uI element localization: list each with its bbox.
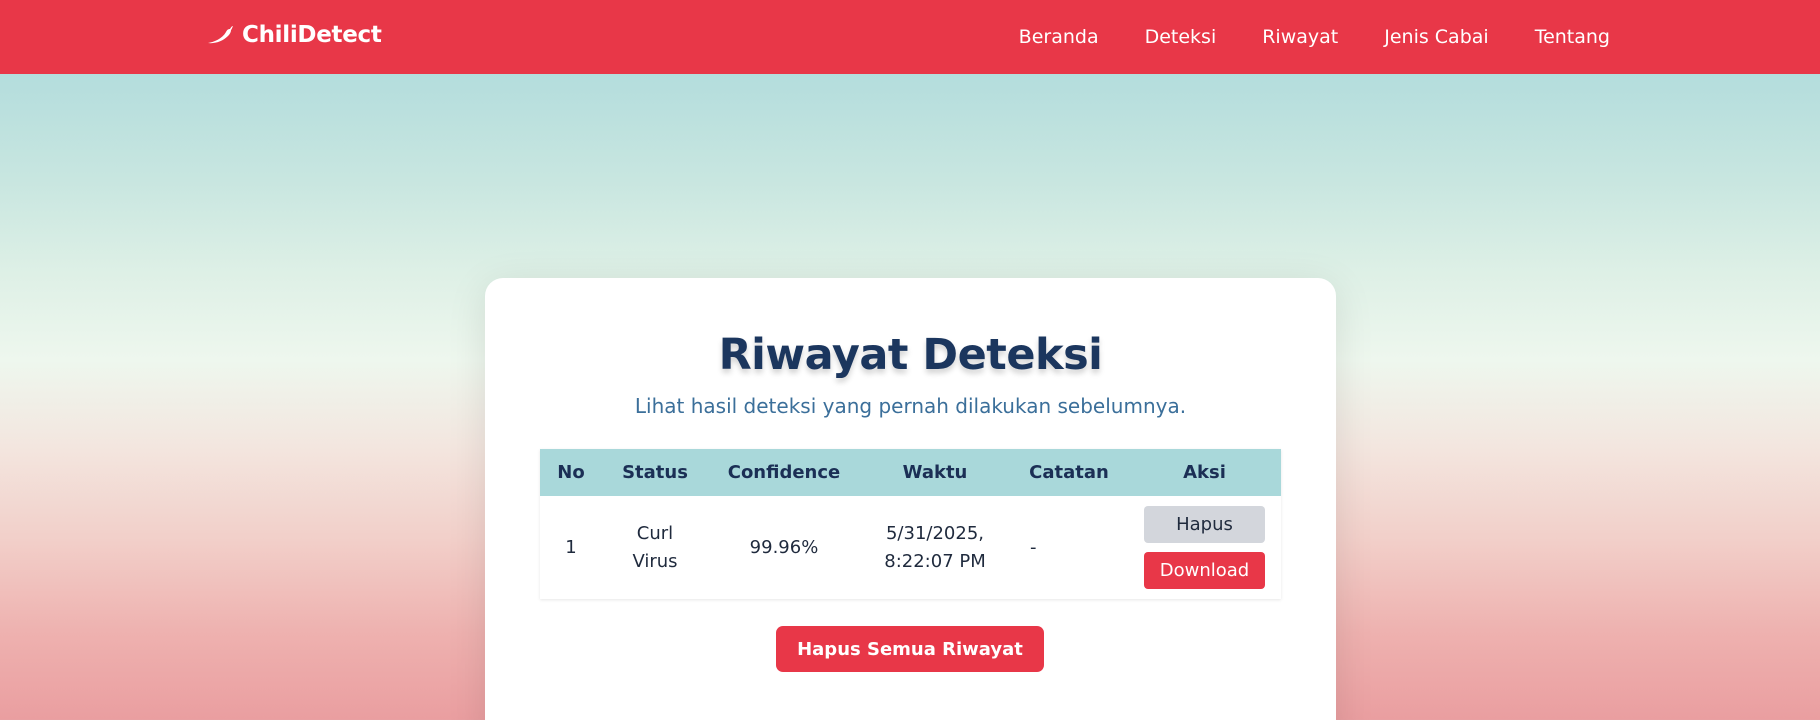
nav-link-jenis-cabai[interactable]: Jenis Cabai: [1384, 26, 1488, 48]
header-confidence: Confidence: [727, 462, 841, 483]
page-subtitle: Lihat hasil deteksi yang pernah dilakuka…: [634, 394, 1187, 418]
status-text: Curl Virus: [632, 522, 678, 572]
cell-catatan: -: [1030, 536, 1037, 558]
history-table: No Status Confidence Waktu Catatan Aksi …: [540, 449, 1281, 599]
table-row: 1 Curl Virus 99.96% 5/31/2025, 8:22:07 P…: [540, 496, 1281, 599]
header-aksi: Aksi: [1183, 462, 1226, 483]
header-no: No: [557, 462, 585, 483]
nav-links: Beranda Deteksi Riwayat Jenis Cabai Tent…: [973, 26, 1610, 48]
header-catatan: Catatan: [1029, 462, 1109, 483]
cell-status: Curl Virus: [602, 496, 708, 599]
brand-logo[interactable]: ChiliDetect: [206, 22, 382, 48]
nav-link-tentang[interactable]: Tentang: [1535, 26, 1610, 48]
nav-link-beranda[interactable]: Beranda: [1019, 26, 1099, 48]
page-title: Riwayat Deteksi: [718, 330, 1103, 380]
clear-all-history-button[interactable]: Hapus Semua Riwayat: [776, 626, 1044, 672]
cell-confidence: 99.96%: [749, 536, 819, 558]
nav-link-riwayat[interactable]: Riwayat: [1262, 26, 1338, 48]
nav-link-deteksi[interactable]: Deteksi: [1145, 26, 1217, 48]
header-status: Status: [622, 462, 688, 483]
table-header: No Status Confidence Waktu Catatan Aksi: [540, 449, 1281, 496]
cell-waktu: 5/31/2025, 8:22:07 PM: [860, 496, 1010, 599]
brand-name: ChiliDetect: [242, 22, 382, 48]
cell-no: 1: [565, 536, 577, 558]
chili-icon: [208, 26, 233, 44]
waktu-text: 5/31/2025, 8:22:07 PM: [884, 522, 986, 572]
header-waktu: Waktu: [902, 462, 968, 483]
download-button[interactable]: Download: [1144, 552, 1265, 589]
delete-button[interactable]: Hapus: [1144, 506, 1265, 543]
navbar: ChiliDetect Beranda Deteksi Riwayat Jeni…: [0, 0, 1820, 74]
cell-aksi: Hapus Download: [1128, 496, 1281, 599]
history-table-container: No Status Confidence Waktu Catatan Aksi …: [540, 449, 1281, 599]
history-card: Riwayat Deteksi Lihat hasil deteksi yang…: [485, 278, 1336, 720]
